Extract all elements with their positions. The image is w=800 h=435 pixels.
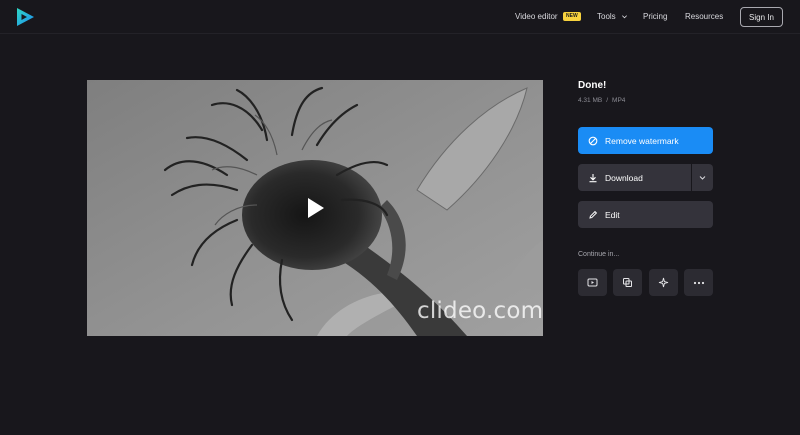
sparkle-icon [658,277,669,288]
sign-in-button[interactable]: Sign In [740,7,783,27]
video-player-icon [587,278,598,287]
watermark-text: clideo.com [417,298,543,324]
nav-pricing[interactable]: Pricing [643,11,667,23]
chevron-down-icon[interactable] [621,13,628,20]
download-label: Download [605,172,643,183]
file-info: 4.31 MB / MP4 [578,97,625,104]
video-preview[interactable]: clideo.com [87,80,543,336]
remove-watermark-label: Remove watermark [605,135,679,146]
pencil-icon [589,210,598,219]
copy-layers-icon [623,278,632,287]
nav-resources[interactable]: Resources [685,11,723,23]
download-options-button[interactable] [692,164,713,191]
meta-separator: / [606,97,609,104]
new-badge: NEW [563,12,581,21]
clideo-play-logo-icon[interactable] [14,6,36,28]
continue-more-button[interactable] [684,269,713,296]
file-format: MP4 [612,97,626,104]
continue-video-player-button[interactable] [578,269,607,296]
edit-button[interactable]: Edit [578,201,713,228]
continue-in-label: Continue in... [578,251,620,258]
nav-video-editor[interactable]: Video editor [515,11,558,23]
remove-watermark-button[interactable]: Remove watermark [578,127,713,154]
nav-tools[interactable]: Tools [597,11,616,23]
continue-effects-button[interactable] [649,269,678,296]
download-icon [589,173,597,182]
file-size: 4.31 MB [578,97,603,104]
no-watermark-icon [588,136,598,145]
download-button[interactable]: Download [578,164,691,191]
chevron-down-icon [699,176,706,180]
edit-label: Edit [605,209,620,220]
result-title: Done! [578,80,607,91]
continue-copy-button[interactable] [613,269,642,296]
more-dots-icon [693,281,704,284]
top-navbar: Video editor NEW Tools Pricing Resources… [0,0,800,34]
play-icon[interactable] [302,195,328,221]
